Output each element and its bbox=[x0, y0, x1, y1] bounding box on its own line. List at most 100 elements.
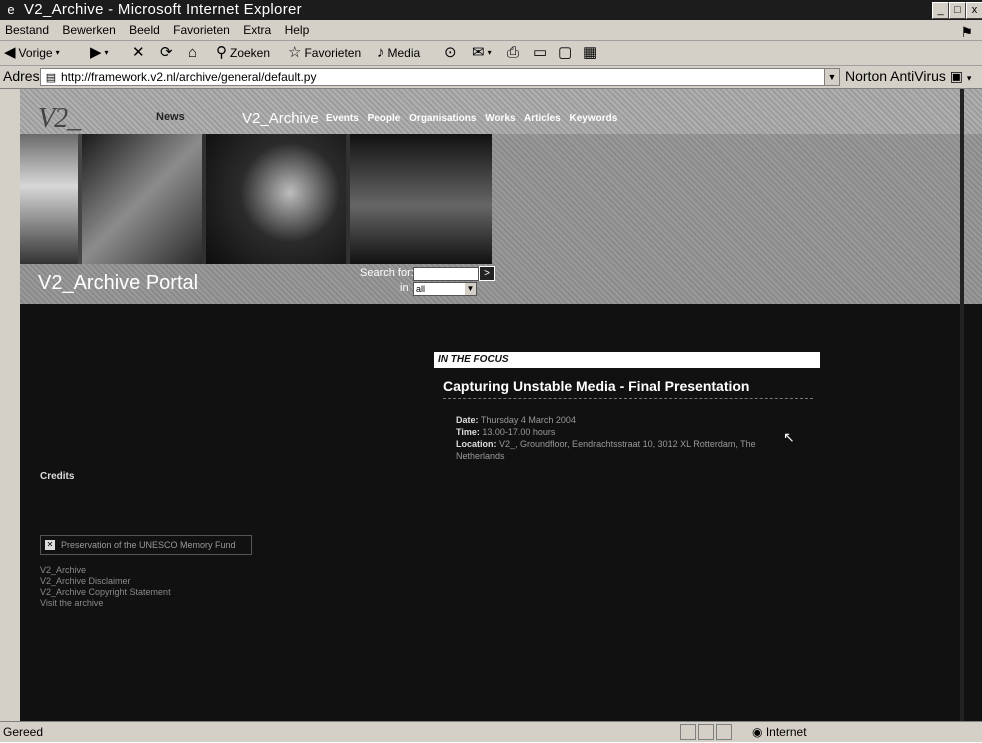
edit-icon: ▭ bbox=[533, 44, 548, 61]
zone-label: Internet bbox=[765, 725, 807, 739]
stop-button[interactable]: ✕ bbox=[132, 43, 145, 63]
messenger-button[interactable]: ▦ bbox=[583, 43, 597, 63]
edit-button[interactable]: ▭ bbox=[533, 43, 547, 63]
favorites-button[interactable]: ☆ Favorieten bbox=[288, 43, 361, 63]
search-label: Zoeken bbox=[230, 46, 271, 60]
window-title: V2_Archive - Microsoft Internet Explorer bbox=[24, 1, 302, 18]
media-button[interactable]: ♪ Media bbox=[377, 43, 420, 63]
back-dropdown-icon: ▾ bbox=[55, 48, 60, 57]
menu-beeld[interactable]: Beeld bbox=[124, 21, 165, 37]
site-name: V2_Archive bbox=[242, 110, 319, 127]
focus-title[interactable]: Capturing Unstable Media - Final Present… bbox=[443, 378, 749, 394]
focus-details: Date: Thursday 4 March 2004 Time: 13.00-… bbox=[456, 414, 790, 462]
status-cells bbox=[680, 724, 734, 743]
norton-dropdown-icon: ▾ bbox=[966, 73, 972, 83]
address-url: http://framework.v2.nl/archive/general/d… bbox=[61, 70, 317, 84]
site-search-input[interactable] bbox=[413, 267, 479, 281]
nav-people[interactable]: People bbox=[368, 113, 401, 124]
news-link[interactable]: News bbox=[156, 111, 185, 123]
location-row: Location: V2_, Groundfloor, Eendrachtsst… bbox=[456, 438, 790, 462]
status-cell bbox=[716, 724, 732, 740]
unesco-icon: ✕ bbox=[45, 540, 55, 550]
forward-arrow-icon: ▶ bbox=[90, 44, 102, 61]
refresh-icon: ⟳ bbox=[160, 44, 173, 61]
time-label: Time: bbox=[456, 427, 480, 437]
menu-help[interactable]: Help bbox=[280, 21, 315, 37]
search-icon: ⚲ bbox=[216, 44, 227, 61]
forward-button[interactable]: ▶ ▾ bbox=[90, 43, 109, 63]
ie-logo-icon: e bbox=[7, 2, 15, 17]
back-label: Vorige bbox=[18, 46, 53, 60]
browser-window: e V2_Archive - Microsoft Internet Explor… bbox=[0, 0, 982, 742]
unesco-link[interactable]: ✕ Preservation of the UNESCO Memory Fund bbox=[40, 535, 252, 555]
link-disclaimer[interactable]: V2_Archive Disclaimer bbox=[40, 576, 400, 587]
status-cell bbox=[698, 724, 714, 740]
link-visit-archive[interactable]: Visit the archive bbox=[40, 598, 400, 609]
history-button[interactable]: ⊙ bbox=[444, 43, 457, 63]
menu-favorieten[interactable]: Favorieten bbox=[168, 21, 235, 37]
top-nav: Events People Organisations Works Articl… bbox=[326, 113, 623, 124]
toolbar: ◀ Vorige ▾ ▶ ▾ ✕ ⟳ ⌂ ⚲ Zoeken ☆ Favoriet… bbox=[0, 41, 982, 66]
intro-column: Credits ✕ Preservation of the UNESCO Mem… bbox=[40, 339, 400, 609]
search-go-button[interactable]: > bbox=[479, 266, 495, 281]
date-row: Date: Thursday 4 March 2004 bbox=[456, 414, 790, 426]
address-input[interactable]: ▤ http://framework.v2.nl/archive/general/… bbox=[40, 68, 840, 86]
site-logo[interactable]: V2_ bbox=[38, 103, 81, 135]
mail-dropdown-icon: ▾ bbox=[487, 48, 492, 57]
menu-bestand[interactable]: Bestand bbox=[0, 21, 54, 37]
search-button[interactable]: ⚲ Zoeken bbox=[216, 43, 270, 63]
close-button[interactable]: x bbox=[966, 2, 982, 19]
link-copyright[interactable]: V2_Archive Copyright Statement bbox=[40, 587, 400, 598]
header-photo-collage bbox=[20, 134, 492, 264]
address-dropdown-button[interactable]: ▼ bbox=[824, 69, 839, 85]
search-scope-value: all bbox=[416, 284, 426, 294]
messenger-icon: ▦ bbox=[583, 44, 598, 61]
address-label: Adres bbox=[3, 68, 40, 84]
address-bar: Adres ▤ http://framework.v2.nl/archive/ge… bbox=[0, 66, 982, 89]
site-header: V2_ News V2_Archive Events People Organi… bbox=[20, 89, 982, 304]
norton-icon: ▣ bbox=[949, 68, 964, 84]
photo-2 bbox=[82, 134, 202, 264]
location-value: V2_, Groundfloor, Eendrachtsstraat 10, 3… bbox=[456, 439, 756, 461]
discuss-icon: ▢ bbox=[558, 44, 573, 61]
stop-icon: ✕ bbox=[132, 44, 145, 61]
vertical-scrollbar[interactable] bbox=[960, 89, 964, 721]
nav-articles[interactable]: Articles bbox=[524, 113, 561, 124]
nav-events[interactable]: Events bbox=[326, 113, 359, 124]
nav-works[interactable]: Works bbox=[485, 113, 515, 124]
mail-button[interactable]: ✉ ▾ bbox=[472, 43, 492, 63]
status-cell bbox=[680, 724, 696, 740]
nav-keywords[interactable]: Keywords bbox=[569, 113, 617, 124]
windows-flag-icon: ⚑ bbox=[960, 24, 973, 40]
photo-1 bbox=[20, 134, 78, 264]
location-label: Location: bbox=[456, 439, 497, 449]
link-v2-archive[interactable]: V2_Archive bbox=[40, 565, 400, 576]
print-button[interactable]: ⎙ bbox=[507, 43, 519, 63]
media-label: Media bbox=[387, 46, 421, 60]
search-scope-select[interactable]: all ▼ bbox=[413, 282, 477, 296]
norton-antivirus-button[interactable]: Norton AntiVirus ▣ ▾ bbox=[845, 68, 971, 85]
refresh-button[interactable]: ⟳ bbox=[160, 43, 173, 63]
globe-icon: ◉ bbox=[752, 725, 763, 739]
portal-title: V2_Archive Portal bbox=[38, 272, 199, 294]
minimize-button[interactable]: _ bbox=[932, 2, 949, 19]
media-icon: ♪ bbox=[377, 44, 385, 61]
maximize-button[interactable]: □ bbox=[949, 2, 966, 19]
unesco-label: Preservation of the UNESCO Memory Fund bbox=[61, 540, 236, 550]
menu-extra[interactable]: Extra bbox=[238, 21, 276, 37]
in-the-focus-heading: IN THE FOCUS bbox=[434, 352, 820, 368]
web-page: V2_ News V2_Archive Events People Organi… bbox=[20, 89, 982, 721]
nav-organisations[interactable]: Organisations bbox=[409, 113, 476, 124]
back-button[interactable]: ◀ Vorige ▾ bbox=[4, 43, 60, 63]
favorites-label: Favorieten bbox=[304, 46, 362, 60]
norton-label: Norton AntiVirus bbox=[845, 68, 946, 84]
mouse-cursor-icon: ↖ bbox=[783, 429, 795, 445]
search-label: Search for: bbox=[360, 267, 414, 279]
home-icon: ⌂ bbox=[188, 44, 198, 61]
home-button[interactable]: ⌂ bbox=[188, 43, 197, 63]
discuss-button[interactable]: ▢ bbox=[558, 43, 572, 63]
menu-bewerken[interactable]: Bewerken bbox=[57, 21, 120, 37]
star-icon: ☆ bbox=[288, 44, 302, 61]
security-zone: ◉ Internet bbox=[752, 725, 807, 739]
status-bar: Gereed ◉ Internet bbox=[0, 721, 982, 742]
